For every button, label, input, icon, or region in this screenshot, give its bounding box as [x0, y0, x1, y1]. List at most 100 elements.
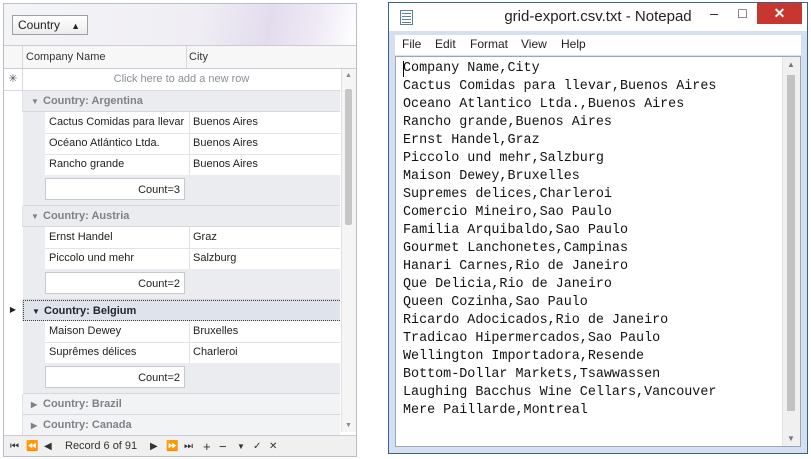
city-cell[interactable]: Salzburg: [190, 248, 333, 269]
group-by-country-chip[interactable]: Country ▲: [12, 15, 88, 35]
table-row[interactable]: Océano Atlántico Ltda. Buenos Aires: [45, 133, 340, 155]
table-row[interactable]: Maison Dewey Bruxelles: [45, 321, 340, 343]
menu-edit[interactable]: Edit: [435, 37, 456, 51]
scroll-up-icon[interactable]: ▲: [345, 72, 352, 79]
text-line[interactable]: Hanari Carnes,Rio de Janeiro: [403, 258, 716, 276]
scroll-thumb[interactable]: [345, 89, 352, 225]
menu-file[interactable]: File: [402, 37, 421, 51]
text-line[interactable]: Tradicao Hipermercados,Sao Paulo: [403, 330, 716, 348]
text-line[interactable]: Piccolo und mehr,Salzburg: [403, 150, 716, 168]
group-row-argentina[interactable]: ▼ Country: Argentina: [23, 91, 340, 112]
file-content[interactable]: Company Name,City Cactus Comidas para lle…: [403, 60, 716, 420]
text-line[interactable]: Maison Dewey,Bruxelles: [403, 168, 716, 186]
table-row[interactable]: Piccolo und mehr Salzburg: [45, 248, 340, 270]
text-line[interactable]: Laughing Bacchus Wine Cellars,Vancouver: [403, 384, 716, 402]
city-cell[interactable]: Buenos Aires: [190, 112, 333, 133]
group-row-canada[interactable]: ▶ Country: Canada: [23, 415, 340, 436]
chevron-right-icon[interactable]: ▶: [31, 395, 43, 415]
menu-help[interactable]: Help: [561, 37, 586, 51]
text-line[interactable]: Mere Paillarde,Montreal: [403, 402, 716, 420]
group-row-belgium[interactable]: ▼ Country: Belgium: [23, 300, 340, 321]
first-record-icon[interactable]: ⏮: [10, 436, 19, 456]
chevron-down-icon[interactable]: ▼: [32, 302, 44, 322]
editor-vertical-scrollbar[interactable]: ▲ ▼: [782, 57, 800, 446]
next-page-icon[interactable]: ⏩: [166, 436, 178, 456]
new-item-row[interactable]: ✳ Click here to add a new row: [4, 69, 340, 91]
text-line[interactable]: Supremes delices,Charleroi: [403, 186, 716, 204]
row-indicator: [4, 394, 23, 415]
text-line[interactable]: Queen Cozinha,Sao Paulo: [403, 294, 716, 312]
group-row-austria[interactable]: ▼ Country: Austria: [23, 206, 340, 227]
city-cell[interactable]: Bruxelles: [190, 321, 333, 342]
group-count-summary: Count=2: [45, 272, 185, 294]
row-indicator: [4, 415, 23, 436]
text-line[interactable]: Ricardo Adocicados,Rio de Janeiro: [403, 312, 716, 330]
company-name-cell[interactable]: Ernst Handel: [45, 227, 190, 248]
end-edit-icon[interactable]: ✓: [253, 436, 261, 456]
remove-record-icon[interactable]: −: [219, 436, 227, 456]
text-line[interactable]: Familia Arquibaldo,Sao Paulo: [403, 222, 716, 240]
close-button[interactable]: ✕: [757, 3, 802, 24]
text-line[interactable]: Rancho grande,Buenos Aires: [403, 114, 716, 132]
grid-vertical-scrollbar[interactable]: ▲ ▼: [341, 69, 356, 432]
chevron-down-icon[interactable]: ▼: [31, 207, 43, 227]
text-line[interactable]: Wellington Importadora,Resende: [403, 348, 716, 366]
previous-page-icon[interactable]: ⏪: [26, 436, 38, 456]
table-row[interactable]: Suprêmes délices Charleroi: [45, 342, 340, 364]
text-editor[interactable]: Company Name,City Cactus Comidas para lle…: [395, 56, 801, 447]
city-cell[interactable]: Charleroi: [190, 342, 333, 363]
column-header-company-name[interactable]: Company Name: [23, 46, 187, 68]
cancel-edit-icon[interactable]: ✕: [269, 436, 277, 456]
company-name-cell[interactable]: Océano Atlántico Ltda.: [45, 133, 190, 154]
scroll-up-icon[interactable]: ▲: [787, 60, 795, 69]
row-indicator: [4, 91, 23, 112]
menu-view[interactable]: View: [521, 37, 547, 51]
new-row-prompt: Click here to add a new row: [113, 73, 250, 85]
last-record-icon[interactable]: ⏭: [184, 436, 193, 456]
company-name-cell[interactable]: Maison Dewey: [45, 321, 190, 342]
text-line[interactable]: Bottom-Dollar Markets,Tsawwassen: [403, 366, 716, 384]
table-row[interactable]: Ernst Handel Graz: [45, 227, 340, 249]
sort-ascending-icon: ▲: [71, 21, 80, 31]
column-header-row: Company Name City: [4, 46, 356, 69]
text-line[interactable]: Gourmet Lanchonetes,Campinas: [403, 240, 716, 258]
focused-row-indicator-icon: ▶: [4, 300, 23, 321]
menu-format[interactable]: Format: [470, 37, 508, 51]
group-label: Country: Belgium: [44, 305, 137, 317]
notepad-window: grid-export.csv.txt - Notepad – □ ✕ File…: [388, 2, 808, 454]
text-line[interactable]: Company Name,City: [403, 60, 716, 78]
text-line[interactable]: Comercio Mineiro,Sao Paulo: [403, 204, 716, 222]
table-row[interactable]: Rancho grande Buenos Aires: [45, 154, 340, 176]
text-line[interactable]: Que Delicia,Rio de Janeiro: [403, 276, 716, 294]
chevron-right-icon[interactable]: ▶: [31, 416, 43, 436]
text-line[interactable]: Oceano Atlantico Ltda.,Buenos Aires: [403, 96, 716, 114]
text-line[interactable]: Cactus Comidas para llevar,Buenos Aires: [403, 78, 716, 96]
scroll-down-icon[interactable]: ▼: [345, 422, 352, 429]
next-record-icon[interactable]: ▶: [150, 436, 158, 456]
scroll-down-icon[interactable]: ▼: [787, 434, 795, 443]
group-footer: Count=2: [23, 363, 340, 394]
maximize-button[interactable]: □: [729, 3, 756, 24]
table-row[interactable]: Cactus Comidas para llevar Buenos Aires: [45, 112, 340, 134]
edit-record-icon[interactable]: ▼: [237, 436, 245, 456]
title-bar[interactable]: grid-export.csv.txt - Notepad – □ ✕: [389, 3, 807, 31]
group-count-summary: Count=2: [45, 366, 185, 388]
city-cell[interactable]: Graz: [190, 227, 333, 248]
group-row-brazil[interactable]: ▶ Country: Brazil: [23, 394, 340, 415]
company-name-cell[interactable]: Suprêmes délices: [45, 342, 190, 363]
company-name-cell[interactable]: Piccolo und mehr: [45, 248, 190, 269]
chevron-down-icon[interactable]: ▼: [31, 92, 43, 112]
append-record-icon[interactable]: +: [203, 436, 211, 456]
row-indicator: [4, 206, 23, 227]
company-name-cell[interactable]: Rancho grande: [45, 154, 190, 175]
previous-record-icon[interactable]: ◀: [44, 436, 52, 456]
data-grid: Country ▲ Company Name City ✳ Click here…: [3, 3, 357, 457]
text-caret: [403, 61, 404, 77]
city-cell[interactable]: Buenos Aires: [190, 154, 333, 175]
scroll-thumb[interactable]: [787, 75, 795, 411]
company-name-cell[interactable]: Cactus Comidas para llevar: [45, 112, 190, 133]
city-cell[interactable]: Buenos Aires: [190, 133, 333, 154]
minimize-button[interactable]: –: [700, 3, 728, 24]
column-header-city[interactable]: City: [187, 46, 339, 68]
text-line[interactable]: Ernst Handel,Graz: [403, 132, 716, 150]
